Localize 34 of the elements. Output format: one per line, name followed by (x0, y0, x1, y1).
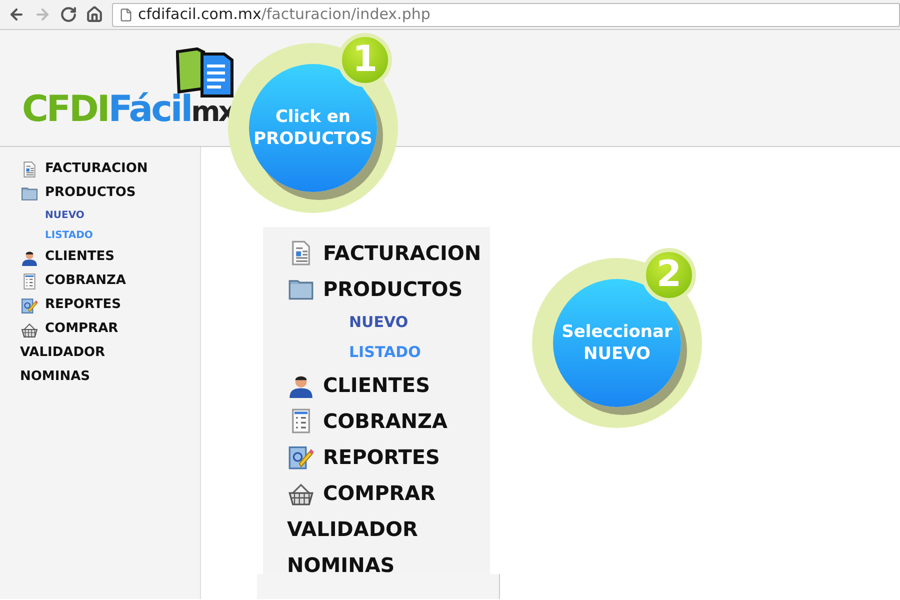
report-icon (288, 444, 314, 470)
menu-link[interactable]: CLIENTES (323, 370, 430, 400)
reload-icon[interactable] (60, 6, 77, 23)
document-icon (21, 160, 38, 178)
menu-link[interactable]: COMPRAR (45, 319, 118, 339)
step-badge: 2 (642, 248, 696, 302)
person-icon (21, 248, 38, 266)
menu-link[interactable]: PRODUCTOS (45, 183, 136, 203)
menu-link[interactable]: NOMINAS (20, 367, 90, 387)
submenu-link[interactable]: NUEVO (349, 310, 408, 334)
home-icon[interactable] (86, 6, 103, 23)
submenu-link[interactable]: NUEVO (45, 208, 84, 222)
menu-link[interactable]: NOMINAS (287, 550, 395, 580)
folder-icon (21, 184, 38, 202)
callout-text: Seleccionar NUEVO (562, 321, 672, 365)
list-icon (21, 272, 38, 290)
menu-link[interactable]: COMPRAR (323, 478, 436, 508)
menu-link[interactable]: PRODUCTOS (323, 274, 463, 304)
menu-link[interactable]: FACTURACION (323, 238, 482, 268)
menu-link[interactable]: REPORTES (323, 442, 440, 472)
menu-link[interactable]: COBRANZA (45, 271, 126, 291)
menu-link[interactable]: REPORTES (45, 295, 122, 315)
url-text: cfdifacil.com.mx/facturacion/index.php (138, 4, 430, 26)
menu-link[interactable]: CLIENTES (45, 247, 115, 267)
menu-link[interactable]: VALIDADOR (287, 514, 418, 544)
basket-icon (21, 320, 38, 338)
report-icon (21, 296, 38, 314)
page-icon (119, 8, 133, 22)
menu-link[interactable]: COBRANZA (323, 406, 448, 436)
address-field[interactable]: cfdifacil.com.mx/facturacion/index.php (112, 2, 900, 26)
menu-link[interactable]: FACTURACION (45, 159, 148, 179)
back-icon[interactable] (8, 6, 25, 23)
menu-link[interactable]: VALIDADOR (20, 343, 106, 363)
callout-text: Click en PRODUCTOS (254, 106, 372, 150)
